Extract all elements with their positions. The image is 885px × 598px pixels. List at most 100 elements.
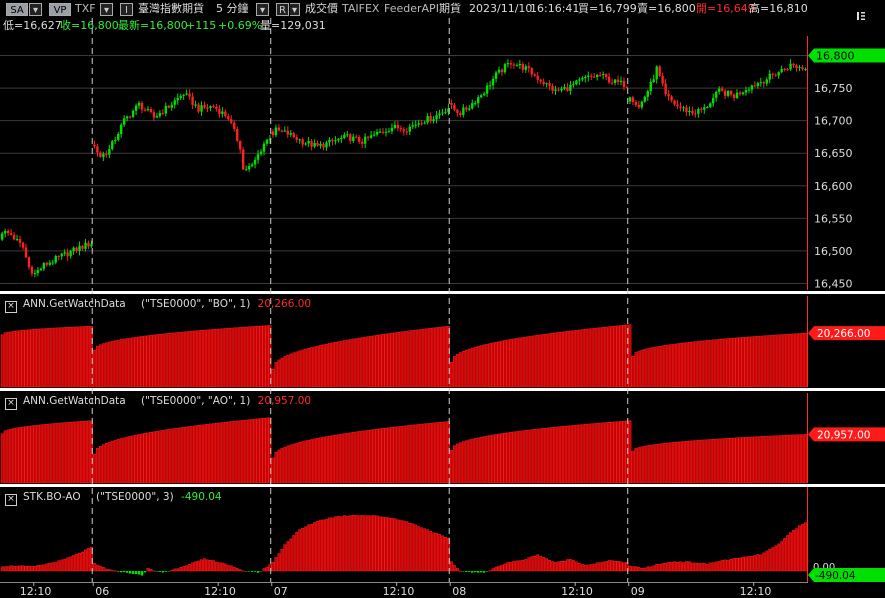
- panel-2-func: ANN.GetWatchData: [23, 395, 126, 407]
- panel-3-close-icon[interactable]: ×: [5, 494, 17, 506]
- ao-bar: [95, 448, 99, 484]
- bo-bar: [72, 326, 76, 388]
- diff-bar-negative: [120, 571, 123, 573]
- ao-bar: [601, 422, 605, 484]
- candle-body: [429, 116, 432, 122]
- candle-body: [203, 105, 206, 108]
- diff-bar: [238, 569, 242, 572]
- diff-bar-negative: [137, 571, 141, 575]
- bo-bar: [423, 328, 427, 388]
- diff-bar: [229, 565, 233, 572]
- ao-bar: [307, 439, 311, 484]
- panel-1-close-icon[interactable]: ×: [5, 301, 17, 313]
- x-tick-label: 07: [274, 585, 288, 598]
- candle-body: [96, 146, 99, 153]
- bo-bar: [693, 341, 697, 388]
- bo-bar: [473, 346, 477, 388]
- ao-bar: [765, 435, 769, 484]
- diff-bar: [453, 565, 456, 572]
- bo-bar: [494, 341, 498, 388]
- panel-2-close-icon[interactable]: ×: [5, 398, 17, 410]
- diff-bar: [455, 567, 459, 572]
- ao-bar: [372, 429, 376, 484]
- candle-body: [735, 92, 739, 98]
- bo-bar: [295, 351, 299, 388]
- bo-bar: [512, 338, 516, 388]
- diff-bar: [146, 568, 150, 572]
- diff-bar: [331, 517, 334, 572]
- diff-bar: [72, 555, 76, 572]
- candle-body: [155, 116, 159, 118]
- ao-bar: [402, 425, 406, 484]
- diff-bar: [634, 566, 638, 572]
- ao-bar: [298, 442, 302, 484]
- bo-bar: [482, 344, 486, 388]
- diff-bar: [613, 561, 617, 572]
- diff-bar: [580, 564, 584, 572]
- bo-bar: [57, 327, 61, 388]
- bo-bar: [188, 331, 192, 388]
- ao-bar: [417, 424, 421, 484]
- ao-bar: [84, 420, 87, 484]
- ao-bar: [536, 428, 540, 484]
- price-tick-label: 16,650: [814, 147, 853, 160]
- bo-bar: [247, 326, 251, 388]
- ao-bar: [286, 445, 290, 484]
- bo-bar: [104, 342, 108, 388]
- bo-bar: [39, 328, 43, 388]
- bo-bar: [613, 325, 617, 388]
- ao-bar: [155, 431, 159, 484]
- panel-3-title: × STK.BO-AO ("TSE0000", 3) -490.04: [0, 490, 222, 506]
- candle-body: [224, 111, 227, 117]
- ao-bar: [301, 441, 305, 484]
- bo-bar: [592, 328, 596, 388]
- ao-bar: [351, 432, 355, 484]
- ao-bar: [554, 426, 557, 484]
- ao-bar: [783, 435, 787, 484]
- candle-body: [628, 97, 632, 102]
- diff-bar: [750, 556, 754, 572]
- candle-body: [250, 164, 254, 167]
- candle-body: [631, 97, 635, 102]
- diff-bar: [423, 528, 427, 572]
- diff-bar: [426, 529, 430, 572]
- candle-body: [301, 139, 304, 145]
- diff-bar: [283, 544, 287, 572]
- ao-bar: [229, 421, 233, 484]
- candle-body: [488, 85, 492, 87]
- diff-bar: [429, 531, 432, 572]
- bo-bar: [637, 350, 641, 388]
- candle-body: [289, 133, 292, 135]
- bo-bar: [339, 340, 343, 388]
- candle-body: [771, 73, 774, 75]
- bo-bar: [455, 353, 459, 388]
- candle-body: [405, 131, 408, 133]
- bo-bar: [414, 329, 418, 388]
- diff-bar-negative: [143, 571, 147, 573]
- candle-body: [462, 107, 465, 115]
- bo-bar: [402, 331, 406, 388]
- diff-bar: [375, 515, 379, 572]
- diff-bar: [792, 530, 795, 572]
- diff-value-tag-label: -490.04: [815, 570, 856, 582]
- diff-bar: [667, 562, 671, 572]
- ao-bar: [607, 422, 611, 484]
- panel-3-func: STK.BO-AO: [23, 491, 81, 503]
- diff-bar: [432, 532, 435, 572]
- candle-body: [247, 166, 251, 170]
- bo-bar: [84, 326, 87, 388]
- candle-body: [179, 95, 182, 98]
- diff-bar: [759, 554, 763, 572]
- bo-bar: [670, 344, 673, 388]
- diff-bar: [521, 560, 525, 572]
- bo-bar: [506, 339, 510, 388]
- diff-bar: [488, 570, 492, 572]
- candle-body: [783, 68, 786, 70]
- ao-bar: [360, 430, 364, 484]
- panel-separator: [0, 291, 885, 294]
- candle-body: [173, 100, 176, 105]
- diff-bar: [325, 519, 328, 572]
- bo-bar: [705, 340, 709, 388]
- ao-bar: [637, 447, 641, 484]
- ao-bar: [3, 430, 7, 484]
